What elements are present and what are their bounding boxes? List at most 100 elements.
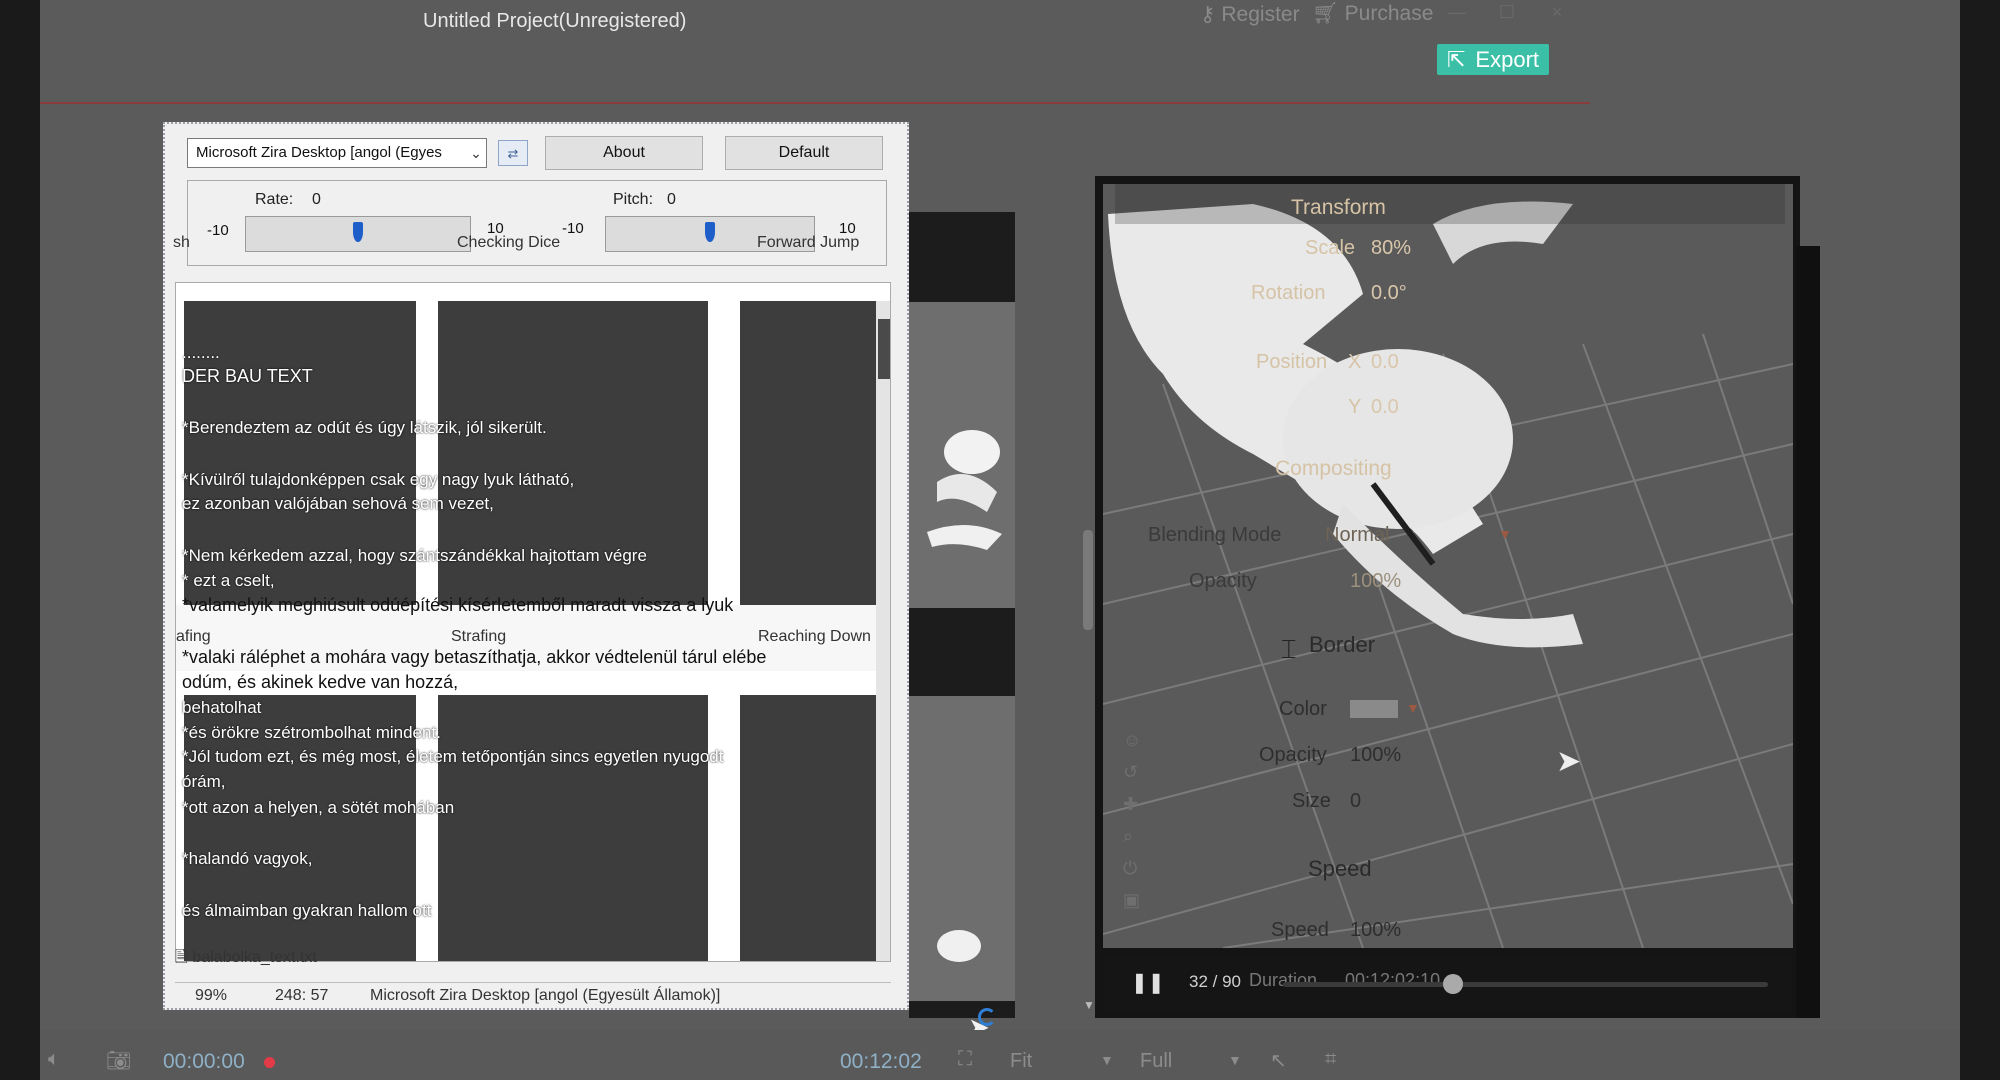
animation-thumb: [740, 695, 890, 961]
position-y-value[interactable]: 0.0: [1371, 396, 1399, 419]
voice-select[interactable]: Microsoft Zira Desktop [angol (Egyes: [187, 138, 487, 168]
about-button[interactable]: About: [545, 136, 703, 170]
text-line: és álmaimban gyakran hallom ott: [182, 901, 432, 920]
document-icon: 🗎︎: [175, 949, 193, 966]
scrollbar[interactable]: [1083, 530, 1093, 630]
size-value[interactable]: 0: [1350, 790, 1361, 813]
animation-label: sh: [173, 234, 190, 251]
fit-select[interactable]: Fit: [1010, 1050, 1032, 1073]
text-line: DER BAU TEXT: [182, 366, 313, 386]
status-bar: 99% 248: 57 Microsoft Zira Desktop [ango…: [175, 982, 891, 1008]
text-line: *halandó vagyok,: [182, 849, 313, 868]
text-line: *Nem kérkedem azzal, hogy szántszándékka…: [182, 546, 647, 565]
register-link[interactable]: ⚷ Register: [1200, 2, 1300, 27]
animation-label: afing: [176, 628, 211, 645]
position-x-value[interactable]: 0.0: [1371, 351, 1399, 374]
text-line: ez azonban valójában sehová sem vezet,: [182, 494, 494, 513]
mouse-cursor-icon: ➤: [1556, 745, 1582, 778]
record-indicator: [264, 1057, 275, 1068]
rate-slider-thumb[interactable]: [353, 222, 363, 242]
volume-icon[interactable]: 🔈︎: [48, 1048, 60, 1071]
text-line: * ezt a cselt,: [182, 571, 275, 590]
speed-value[interactable]: 100%: [1350, 919, 1401, 942]
default-button[interactable]: Default: [725, 136, 883, 170]
animation-thumb: [438, 695, 708, 961]
position-x-label: X: [1348, 351, 1362, 373]
pitch-label: Pitch:: [613, 191, 654, 208]
scale-value[interactable]: 80%: [1371, 237, 1411, 260]
chevron-down-icon[interactable]: ▼: [1228, 1052, 1242, 1068]
preview-canvas: Transform Scale 80% Rotation 0.0° Positi…: [1103, 184, 1793, 948]
media-thumb[interactable]: [909, 302, 1015, 608]
media-thumb[interactable]: [909, 696, 1015, 1001]
text-line: *ott azon a helyen, a sötét mohában: [182, 798, 455, 817]
animation-label: Strafing: [451, 628, 507, 645]
color-swatch[interactable]: [1350, 700, 1398, 718]
chevron-down-icon[interactable]: ▼: [1100, 1052, 1114, 1068]
side-tools[interactable]: ☺ ↺ ✚ ⌕ ⏻ ▣: [1123, 724, 1141, 916]
cart-icon: 🛒︎: [1312, 2, 1339, 25]
border-opacity-value[interactable]: 100%: [1350, 744, 1401, 767]
text-line: ........: [182, 343, 220, 362]
frame-counter: 32 / 90: [1189, 972, 1241, 991]
text-line: órám,: [182, 772, 226, 791]
current-time: 00:00:00: [163, 1050, 245, 1073]
chevron-down-icon[interactable]: ▼: [1498, 526, 1512, 542]
blending-mode-label: Blending Mode: [1148, 524, 1282, 546]
text-cursor-icon: ⌶: [1281, 634, 1297, 664]
purchase-link[interactable]: 🛒︎ Purchase: [1312, 2, 1433, 26]
preview-video-frame: [1103, 184, 1793, 948]
minimize-button[interactable]: —: [1443, 2, 1471, 28]
playback-handle[interactable]: [1442, 974, 1463, 994]
border-heading: Border: [1309, 632, 1376, 657]
text-line: *Berendeztem az odút és úgy látszik, jól…: [182, 418, 547, 437]
pause-icon[interactable]: ❚❚: [1131, 970, 1165, 995]
pitch-value: 0: [667, 191, 676, 208]
close-button[interactable]: ×: [1543, 2, 1571, 28]
export-button[interactable]: ⇱ Export: [1437, 44, 1549, 75]
pitch-slider-thumb[interactable]: [705, 222, 715, 242]
duration-label: Duration: [1249, 970, 1318, 990]
scroll-down-icon[interactable]: ▼: [1083, 998, 1095, 1012]
editor-scrollbar[interactable]: [876, 301, 890, 961]
text-editor[interactable]: afing Strafing Reaching Down ........ DE…: [175, 282, 891, 962]
crop-icon[interactable]: ⌗: [1325, 1048, 1336, 1071]
animation-label: Checking Dice: [457, 234, 561, 251]
divider: [40, 102, 1590, 104]
animation-label: Reaching Down: [758, 628, 871, 645]
pointer-icon[interactable]: ↖: [1270, 1048, 1287, 1073]
position-label: Position: [1256, 351, 1328, 373]
status-position: 248: 57: [275, 987, 329, 1004]
chevron-down-icon[interactable]: ▼: [1406, 700, 1420, 716]
text-line: *valaki ráléphet a mohára vagy betaszíth…: [182, 647, 767, 667]
key-icon: ⚷: [1200, 3, 1216, 26]
animation-label: Forward Jump: [757, 234, 860, 251]
blending-mode-select[interactable]: Normal: [1325, 524, 1389, 547]
text-line: behatolhat: [182, 698, 262, 717]
duration-value: 00:12:02:10: [1345, 970, 1441, 990]
opacity-value[interactable]: 100%: [1350, 570, 1401, 593]
rotation-value[interactable]: 0.0°: [1371, 282, 1407, 305]
text-line: *valamelyik meghiúsult odúépítési kísérl…: [182, 595, 734, 615]
text-line: odúm, és akinek kedve van hozzá,: [182, 672, 459, 692]
compositing-heading: Compositing: [1275, 457, 1392, 480]
scrollbar-thumb[interactable]: [878, 319, 890, 379]
window-title: Untitled Project(Unregistered): [423, 10, 687, 32]
player-controls: ❚❚ 32 / 90 Duration 00:12:02:10: [1103, 954, 1793, 1014]
figure-silhouette: [937, 930, 981, 962]
swap-icon[interactable]: ⇄: [498, 140, 528, 166]
size-label: Size: [1292, 790, 1331, 812]
rate-min: -10: [207, 222, 229, 239]
transform-heading: Transform: [1291, 196, 1386, 219]
file-tab[interactable]: 🗎︎ balabolka_text.txt: [175, 946, 575, 972]
status-zoom: 99%: [195, 987, 228, 1004]
playback-progress[interactable]: [1283, 982, 1768, 987]
camera-icon[interactable]: 📷︎: [106, 1048, 131, 1073]
maximize-button[interactable]: ☐: [1493, 2, 1521, 28]
pitch-min: -10: [562, 220, 584, 237]
chevron-down-icon[interactable]: ⌄: [465, 138, 487, 168]
quality-select[interactable]: Full: [1140, 1050, 1172, 1073]
speed-label: Speed: [1271, 919, 1329, 941]
text-line: *és örökre szétrombolhat mindent.: [182, 723, 441, 742]
fullscreen-icon[interactable]: ⛶: [958, 1048, 972, 1071]
